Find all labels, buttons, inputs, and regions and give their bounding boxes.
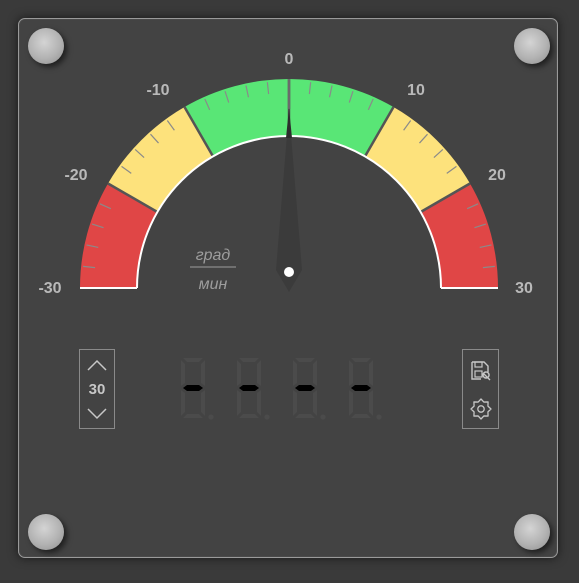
- segment-b: [257, 360, 261, 386]
- gear-outline: [470, 398, 492, 420]
- segment-c: [369, 390, 373, 416]
- segment-a: [351, 358, 371, 362]
- unit-degrees: град: [196, 247, 231, 264]
- segment-b: [313, 360, 317, 386]
- segment-a: [183, 358, 203, 362]
- gauge-label-minus-10: -10: [146, 82, 169, 99]
- decimal-point: [376, 414, 382, 420]
- display-digit: [237, 358, 270, 420]
- segment-e: [237, 390, 241, 416]
- segment-d: [351, 414, 371, 418]
- gauge-label-20: 20: [488, 167, 506, 184]
- stepper-up-button[interactable]: [80, 353, 114, 375]
- seven-segment-display: [181, 358, 382, 420]
- segment-e: [293, 390, 297, 416]
- segment-g: [239, 385, 259, 391]
- segment-c: [257, 390, 261, 416]
- segment-g: [351, 385, 371, 391]
- gear-hub: [477, 405, 485, 413]
- segment-c: [313, 390, 317, 416]
- display-digit: [293, 358, 326, 420]
- stepper-value: 30: [88, 381, 106, 398]
- segment-f: [237, 360, 241, 386]
- stepper-down-button[interactable]: [80, 404, 114, 426]
- segment-f: [349, 360, 353, 386]
- segment-a: [239, 358, 259, 362]
- decimal-point: [264, 414, 270, 420]
- chevron-up-icon: [87, 359, 107, 371]
- settings-button[interactable]: [469, 397, 493, 421]
- segment-d: [183, 414, 203, 418]
- segment-f: [293, 360, 297, 386]
- gauge-label-30: 30: [515, 280, 533, 297]
- segment-b: [369, 360, 373, 386]
- unit-minutes: мин: [199, 276, 228, 293]
- chevron-down-icon: [87, 408, 107, 420]
- decimal-point: [208, 414, 214, 420]
- display-digit: [349, 358, 382, 420]
- save-settings-button[interactable]: [469, 359, 493, 383]
- gear-icon: [470, 398, 492, 420]
- decimal-point: [320, 414, 326, 420]
- segment-b: [201, 360, 205, 386]
- gauge-label-minus-20: -20: [64, 167, 87, 184]
- segment-d: [239, 414, 259, 418]
- display-digit: [181, 358, 214, 420]
- segment-a: [295, 358, 315, 362]
- segment-e: [349, 390, 353, 416]
- toolbox: [462, 349, 499, 429]
- gauge-label-10: 10: [407, 82, 425, 99]
- save-settings-icon: [471, 361, 491, 381]
- gauge: -30 -20 -10 0 10 20 30 град мин: [38, 51, 533, 297]
- segment-g: [183, 385, 203, 391]
- segment-d: [295, 414, 315, 418]
- segment-f: [181, 360, 185, 386]
- range-stepper: 30: [79, 349, 115, 429]
- segment-e: [181, 390, 185, 416]
- gauge-label-0: 0: [285, 51, 294, 68]
- gauge-label-minus-30: -30: [38, 280, 61, 297]
- segment-c: [201, 390, 205, 416]
- needle-pivot: [284, 267, 294, 277]
- segment-g: [295, 385, 315, 391]
